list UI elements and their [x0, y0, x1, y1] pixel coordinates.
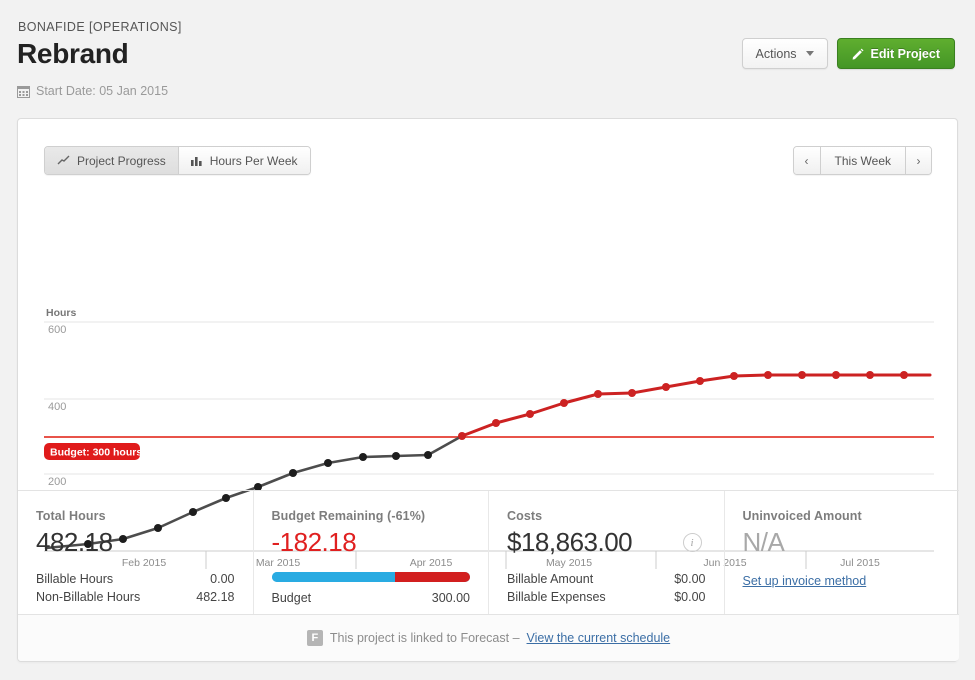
- stat-row-name: Non-Billable Hours: [36, 588, 140, 606]
- progress-points-over-budget: [458, 371, 908, 440]
- ytick-400: 400: [48, 401, 66, 413]
- setup-invoice-method-link[interactable]: Set up invoice method: [743, 574, 867, 588]
- start-date-text: Start Date: 05 Jan 2015: [36, 84, 168, 98]
- stat-budget-remaining-label: Budget Remaining (-61%): [272, 509, 471, 523]
- budget-label-pill: Budget: 300 hours: [44, 443, 142, 460]
- prev-period-button[interactable]: ‹: [794, 147, 820, 174]
- stat-budget-remaining-value: -182.18: [272, 527, 471, 558]
- stat-row-value: $0.00: [674, 588, 705, 606]
- info-icon[interactable]: i: [683, 533, 702, 552]
- stat-row: Non-Billable Hours 482.18: [36, 588, 235, 606]
- budget-label-text: Budget: 300 hours: [50, 447, 142, 459]
- actions-button-label: Actions: [756, 47, 797, 61]
- stat-costs-rows: Billable Amount $0.00 Billable Expenses …: [507, 570, 706, 606]
- chart-toolbar: Project Progress Hours Per Week ‹ This W…: [18, 119, 957, 191]
- stat-row: Billable Expenses $0.00: [507, 588, 706, 606]
- breadcrumb: BONAFIDE [OPERATIONS]: [18, 20, 182, 34]
- forecast-badge-icon: F: [307, 630, 323, 646]
- chart-type-tabs: Project Progress Hours Per Week: [44, 146, 311, 175]
- tab-hours-per-week[interactable]: Hours Per Week: [178, 147, 310, 174]
- stat-total-hours-value: 482.18: [36, 527, 235, 558]
- header-actions: Actions Edit Project: [742, 38, 955, 69]
- stat-total-hours-label: Total Hours: [36, 509, 235, 523]
- stat-row-value: 300.00: [432, 589, 470, 607]
- current-period-label[interactable]: This Week: [820, 147, 905, 174]
- forecast-footer: F This project is linked to Forecast – V…: [18, 614, 959, 661]
- stat-budget-rows: Budget 300.00: [272, 589, 471, 607]
- ytick-600: 600: [48, 324, 66, 336]
- tab-hours-per-week-label: Hours Per Week: [210, 154, 298, 168]
- stat-row-name: Billable Expenses: [507, 588, 606, 606]
- budget-bar-used: [272, 572, 395, 582]
- stat-row: Billable Hours 0.00: [36, 570, 235, 588]
- stat-row-name: Budget: [272, 589, 312, 607]
- pencil-icon: [852, 48, 864, 60]
- stat-total-hours-rows: Billable Hours 0.00 Non-Billable Hours 4…: [36, 570, 235, 606]
- stat-budget-remaining: Budget Remaining (-61%) -182.18 Budget 3…: [253, 491, 489, 614]
- calendar-icon: [17, 85, 30, 98]
- next-period-button[interactable]: ›: [905, 147, 931, 174]
- tab-project-progress[interactable]: Project Progress: [45, 147, 178, 174]
- stat-row: Billable Amount $0.00: [507, 570, 706, 588]
- page-title: Rebrand: [17, 38, 128, 70]
- stat-row-value: $0.00: [674, 570, 705, 588]
- progress-line-over-budget: [462, 375, 930, 436]
- start-date: Start Date: 05 Jan 2015: [17, 84, 168, 98]
- chevron-down-icon: [806, 51, 814, 56]
- ytick-200: 200: [48, 476, 66, 488]
- actions-button[interactable]: Actions: [742, 38, 828, 69]
- period-navigator: ‹ This Week ›: [793, 146, 932, 175]
- page-header: BONAFIDE [OPERATIONS] Rebrand Start Date…: [0, 0, 975, 118]
- stat-row-value: 482.18: [196, 588, 234, 606]
- edit-project-label: Edit Project: [871, 47, 940, 61]
- stat-uninvoiced-label: Uninvoiced Amount: [743, 509, 942, 523]
- chart-gridlines: [44, 322, 934, 474]
- budget-progress-bar: [272, 572, 471, 582]
- stat-costs-label: Costs: [507, 509, 706, 523]
- y-axis-title: Hours: [46, 307, 76, 319]
- edit-project-button[interactable]: Edit Project: [837, 38, 955, 69]
- project-overview-card: Project Progress Hours Per Week ‹ This W…: [17, 118, 958, 662]
- stat-total-hours: Total Hours 482.18 Billable Hours 0.00 N…: [18, 491, 253, 614]
- view-current-schedule-link[interactable]: View the current schedule: [527, 631, 671, 645]
- stat-uninvoiced-amount: Uninvoiced Amount N/A Set up invoice met…: [724, 491, 960, 614]
- project-page: BONAFIDE [OPERATIONS] Rebrand Start Date…: [0, 0, 975, 680]
- stat-row-value: 0.00: [210, 570, 234, 588]
- stat-costs: Costs $18,863.00 i Billable Amount $0.00…: [488, 491, 724, 614]
- tab-project-progress-label: Project Progress: [77, 154, 166, 168]
- stat-row-name: Billable Amount: [507, 570, 593, 588]
- stats-row: Total Hours 482.18 Billable Hours 0.00 N…: [18, 490, 959, 614]
- stat-row-name: Billable Hours: [36, 570, 113, 588]
- forecast-footer-text: This project is linked to Forecast –: [330, 631, 520, 645]
- line-chart-icon: [57, 155, 70, 166]
- stat-uninvoiced-value: N/A: [743, 527, 942, 558]
- bar-chart-icon: [191, 155, 203, 166]
- budget-bar-over: [395, 572, 470, 582]
- stat-row: Budget 300.00: [272, 589, 471, 607]
- stat-costs-value: $18,863.00: [507, 527, 706, 558]
